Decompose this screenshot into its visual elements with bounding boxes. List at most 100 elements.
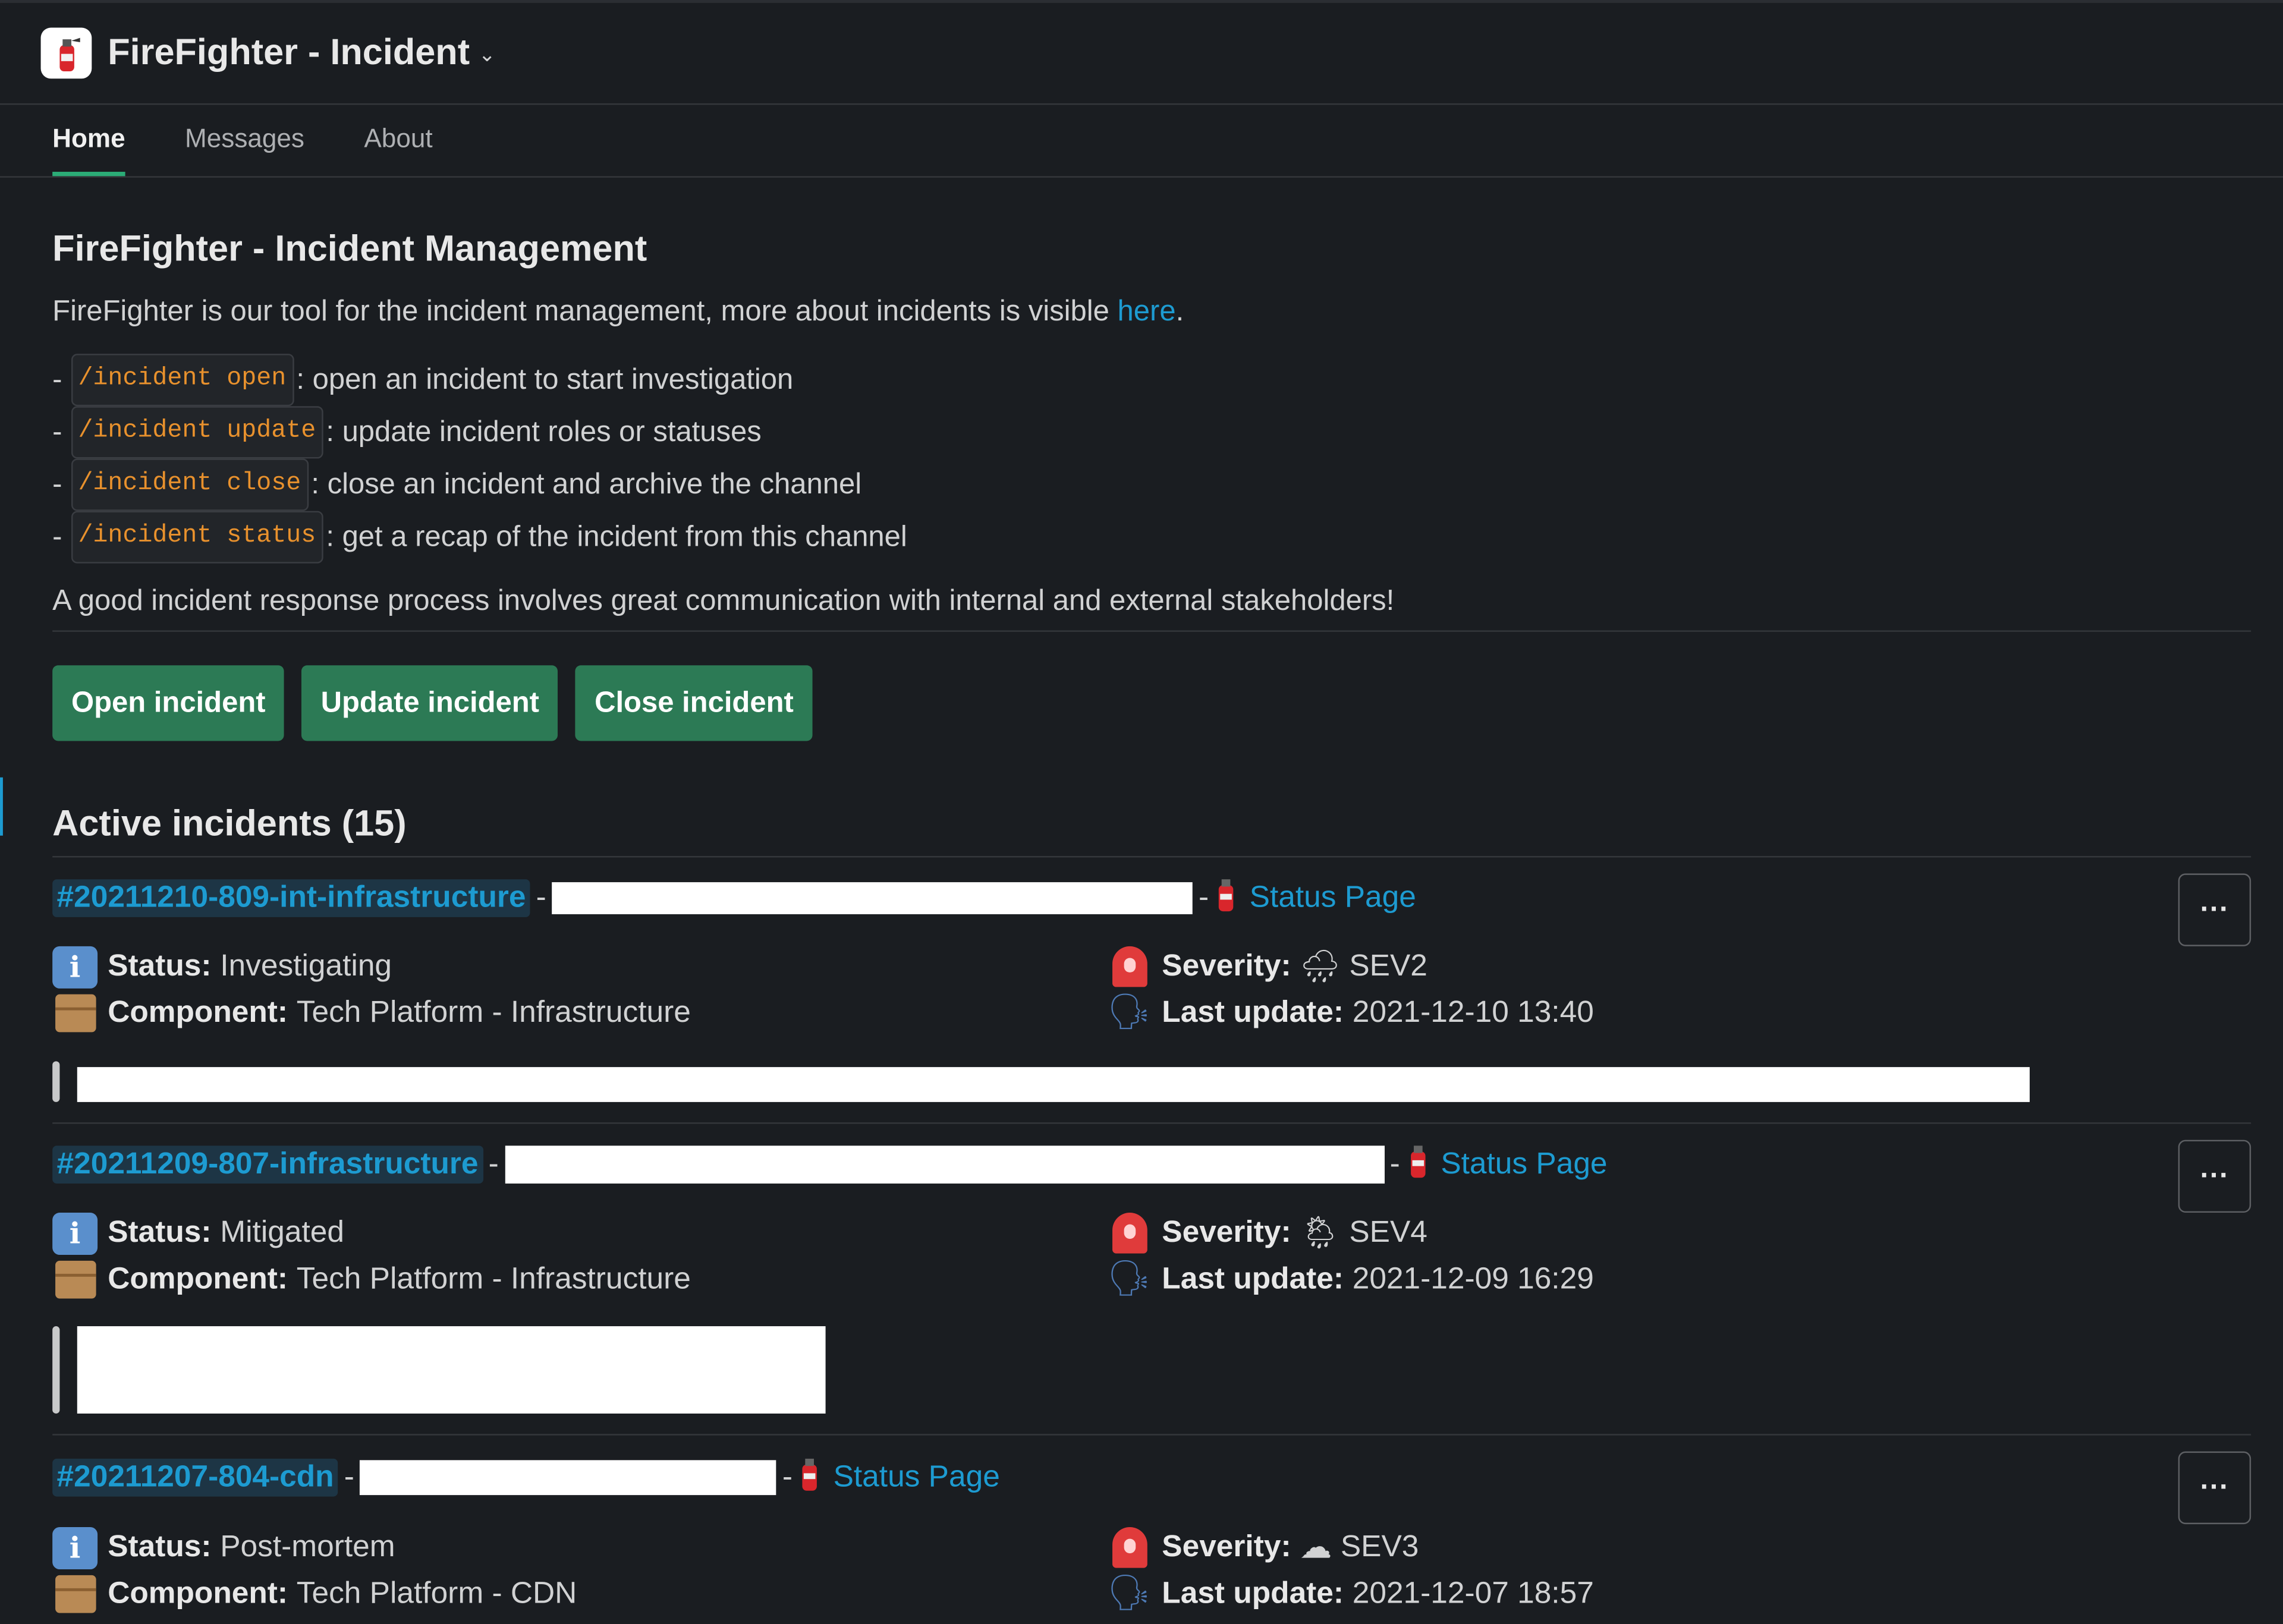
list-dash: - (52, 521, 62, 553)
separator: - (536, 880, 546, 914)
incident-header: #20211209-807-infrastructure - - Status … (52, 1124, 2251, 1206)
siren-icon (1106, 944, 1152, 989)
intro-end: . (1175, 295, 1184, 328)
component-label: Component: (108, 996, 288, 1030)
separator: - (344, 1460, 354, 1494)
status-page-link[interactable]: Status Page (834, 1460, 1000, 1495)
list-dash: - (52, 468, 62, 501)
status-field: i Status: Investigating (52, 943, 1106, 990)
command-item: - /incident open : open an incident to s… (52, 354, 2251, 407)
package-icon (52, 991, 98, 1036)
status-page-link[interactable]: Status Page (1250, 881, 1416, 916)
severity-value: SEV4 (1349, 1215, 1427, 1250)
app-title[interactable]: FireFighter - Incident (108, 32, 470, 74)
intro-paragraph: FireFighter is our tool for the incident… (52, 294, 2251, 329)
component-value: Tech Platform - Infrastructure (296, 996, 691, 1030)
last-update-value: 2021-12-07 18:57 (1352, 1576, 1594, 1610)
command-item: - /incident status : get a recap of the … (52, 511, 2251, 564)
component-value: Tech Platform - CDN (296, 1576, 577, 1610)
chevron-down-icon[interactable]: ⌄ (479, 42, 496, 67)
info-icon: i (52, 1526, 98, 1569)
command-code: /incident open (71, 354, 294, 407)
info-icon: i (52, 945, 98, 988)
open-incident-button[interactable]: Open incident (52, 665, 285, 741)
redacted-block (504, 1145, 1384, 1184)
last-update-field: 🗣 Last update: 2021-12-10 13:40 (1106, 990, 2251, 1036)
severity-field: Severity: 🌦 SEV4 (1106, 1210, 2251, 1256)
app-window: FireFighter - Incident ⌄ Home Messages A… (0, 0, 2283, 1624)
command-code: /incident update (71, 406, 323, 459)
status-label: Status: (108, 949, 212, 983)
incident-channel-link[interactable]: #20211210-809-int-infrastructure (52, 879, 530, 917)
footer-note: A good incident response process involve… (52, 585, 1395, 618)
separator: - (488, 1147, 499, 1181)
command-desc: : open an incident to start investigatio… (296, 364, 794, 396)
command-code: /incident close (71, 458, 309, 511)
close-incident-button[interactable]: Close incident (576, 665, 813, 741)
severity-field: Severity: 🌧 SEV2 (1106, 943, 2251, 990)
package-icon (52, 1572, 98, 1617)
here-link[interactable]: here (1118, 295, 1176, 328)
incident-header: #20211207-804-cdn - - Status Page (52, 1436, 2251, 1520)
tab-bar: Home Messages About (0, 105, 2283, 178)
command-list: - /incident open : open an incident to s… (52, 354, 2251, 564)
severity-label: Severity: (1162, 1529, 1291, 1564)
tab-home[interactable]: Home (52, 124, 125, 177)
incident-channel-link[interactable]: #20211209-807-infrastructure (52, 1145, 483, 1184)
incident-quote (52, 1061, 2251, 1102)
package-icon (52, 1257, 98, 1302)
severity-field: Severity: ☁ SEV3 (1106, 1524, 2251, 1571)
page-title: FireFighter - Incident Management (52, 228, 647, 270)
active-incidents-title: Active incidents (15) (52, 803, 407, 845)
siren-icon (1106, 1525, 1152, 1570)
component-field: Component: Tech Platform - Infrastructur… (52, 1256, 1106, 1302)
update-incident-button[interactable]: Update incident (301, 665, 558, 741)
last-update-label: Last update: (1162, 1262, 1344, 1296)
redacted-block (77, 1326, 826, 1414)
status-field: i Status: Mitigated (52, 1210, 1106, 1256)
tab-messages[interactable]: Messages (185, 124, 304, 176)
separator: - (1389, 1147, 1400, 1181)
action-buttons: Open incident Update incident Close inci… (52, 665, 2251, 741)
home-content: FireFighter - Incident Management FireFi… (0, 227, 2283, 1617)
status-value: Mitigated (220, 1215, 344, 1250)
status-field: i Status: Post-mortem (52, 1524, 1106, 1571)
status-label: Status: (108, 1529, 212, 1564)
status-page-link[interactable]: Status Page (1441, 1147, 1607, 1182)
cloud-icon: ☁ (1300, 1528, 1332, 1565)
more-actions-button[interactable]: ··· (2178, 1451, 2251, 1525)
redacted-block (552, 882, 1193, 914)
command-desc: : get a recap of the incident from this … (326, 521, 907, 553)
speaking-head-icon: 🗣 (1106, 1573, 1152, 1613)
quote-bar (52, 1061, 60, 1102)
command-code: /incident status (71, 511, 323, 564)
last-update-label: Last update: (1162, 996, 1344, 1030)
incident-card: #20211207-804-cdn - - Status Page ··· i … (52, 1434, 2251, 1617)
info-icon: i (52, 1211, 98, 1254)
incident-channel-link[interactable]: #20211207-804-cdn (52, 1458, 338, 1497)
divider (52, 630, 2251, 632)
speaking-head-icon: 🗣 (1106, 993, 1152, 1033)
fire-extinguisher-icon (40, 27, 92, 79)
incident-fields: i Status: Mitigated Severity: 🌦 SEV4 Com… (52, 1210, 2251, 1303)
command-desc: : update incident roles or statuses (326, 416, 762, 449)
incident-quote (52, 1326, 2251, 1414)
fire-extinguisher-icon (1215, 875, 1238, 921)
tab-about[interactable]: About (364, 124, 432, 176)
more-actions-button[interactable]: ··· (2178, 1140, 2251, 1213)
speaking-head-icon: 🗣 (1106, 1259, 1152, 1299)
last-update-value: 2021-12-09 16:29 (1352, 1262, 1594, 1296)
quote-bar (52, 1326, 60, 1414)
last-update-field: 🗣 Last update: 2021-12-07 18:57 (1106, 1571, 2251, 1617)
separator: - (1198, 880, 1209, 914)
incident-card: #20211210-809-int-infrastructure - - Sta… (52, 856, 2251, 1102)
intro-text: FireFighter is our tool for the incident… (52, 295, 1118, 328)
fire-extinguisher-icon (798, 1455, 822, 1501)
incident-header: #20211210-809-int-infrastructure - - Sta… (52, 857, 2251, 939)
command-desc: : close an incident and archive the chan… (311, 468, 862, 501)
severity-label: Severity: (1162, 1215, 1291, 1250)
command-item: - /incident close : close an incident an… (52, 458, 2251, 511)
separator: - (782, 1460, 793, 1494)
more-actions-button[interactable]: ··· (2178, 873, 2251, 946)
redacted-block (77, 1067, 2030, 1102)
